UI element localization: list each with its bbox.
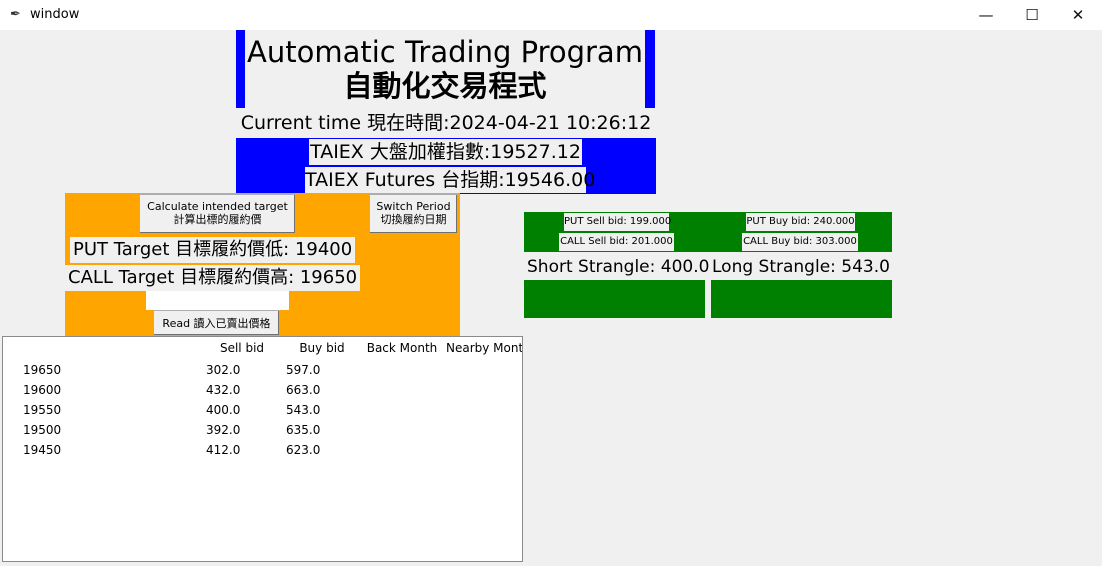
table-header-key[interactable] (3, 337, 203, 360)
row-buy-bid: 663.0 (286, 383, 321, 397)
row-sell-bid: 392.0 (206, 423, 241, 437)
title-left-bar (236, 30, 245, 108)
close-button[interactable]: ✕ (1055, 0, 1101, 30)
window-title-bar (0, 0, 1102, 30)
title-box: Automatic Trading Program 自動化交易程式 (245, 30, 645, 108)
put-buy-bid-label: PUT Buy bid: 240.000 (746, 213, 855, 231)
minimize-button[interactable]: — (963, 0, 1009, 30)
app-title-zh: 自動化交易程式 (343, 69, 547, 103)
switch-period-button[interactable]: Switch Period 切換履約日期 (369, 194, 458, 234)
put-sell-bid-label: PUT Sell bid: 199.000 (564, 213, 671, 231)
table-row[interactable]: 19650 302.0 597.0 (3, 360, 522, 380)
table-row[interactable]: 19500 392.0 635.0 (3, 420, 522, 440)
table-header-sell-bid[interactable]: Sell bid (202, 337, 283, 360)
table-header-nearby-month[interactable]: Nearby Month (442, 337, 522, 360)
futures-label: TAIEX Futures 台指期:19546.00 (305, 167, 596, 193)
put-target-label: PUT Target 目標履約價低: 19400 (70, 237, 356, 263)
row-strike: 19450 (23, 443, 62, 457)
feather-icon: ✒ (10, 7, 21, 22)
title-right-bar (645, 30, 655, 108)
row-strike: 19550 (23, 403, 62, 417)
read-button[interactable]: Read 讀入已賣出價格 (153, 310, 280, 336)
call-sell-bid-label: CALL Sell bid: 201.000 (559, 233, 674, 251)
row-strike: 19650 (23, 363, 62, 377)
row-buy-bid: 635.0 (286, 423, 321, 437)
call-buy-bid-label: CALL Buy bid: 303.000 (742, 233, 858, 251)
row-sell-bid: 302.0 (206, 363, 241, 377)
row-sell-bid: 400.0 (206, 403, 241, 417)
long-strangle-label: Long Strangle: 543.0 (712, 257, 890, 277)
table-header-buy-bid[interactable]: Buy bid (282, 337, 363, 360)
table-row[interactable]: 19550 400.0 543.0 (3, 400, 522, 420)
row-strike: 19600 (23, 383, 62, 397)
window-title: window (30, 7, 80, 22)
app-title-en: Automatic Trading Program (247, 35, 643, 69)
price-entry[interactable] (146, 291, 289, 310)
short-strangle-label: Short Strangle: 400.0 (527, 257, 710, 277)
row-sell-bid: 412.0 (206, 443, 241, 457)
row-sell-bid: 432.0 (206, 383, 241, 397)
taiex-label: TAIEX 大盤加權指數:19527.12 (309, 139, 582, 165)
row-buy-bid: 543.0 (286, 403, 321, 417)
maximize-button[interactable]: ☐ (1009, 0, 1055, 30)
table-row[interactable]: 19600 432.0 663.0 (3, 380, 522, 400)
row-buy-bid: 597.0 (286, 363, 321, 377)
options-table[interactable]: Sell bid Buy bid Back Month Nearby Month… (2, 336, 523, 562)
calculate-target-button[interactable]: Calculate intended target 計算出標的履約價 (139, 194, 296, 234)
short-strangle-indicator (524, 280, 705, 318)
row-buy-bid: 623.0 (286, 443, 321, 457)
current-time-label: Current time 現在時間:2024-04-21 10:26:12 (236, 110, 656, 136)
table-header-back-month[interactable]: Back Month (362, 337, 443, 360)
long-strangle-indicator (711, 280, 892, 318)
row-strike: 19500 (23, 423, 62, 437)
call-target-label: CALL Target 目標履約價高: 19650 (65, 265, 361, 291)
table-row[interactable]: 19450 412.0 623.0 (3, 440, 522, 460)
